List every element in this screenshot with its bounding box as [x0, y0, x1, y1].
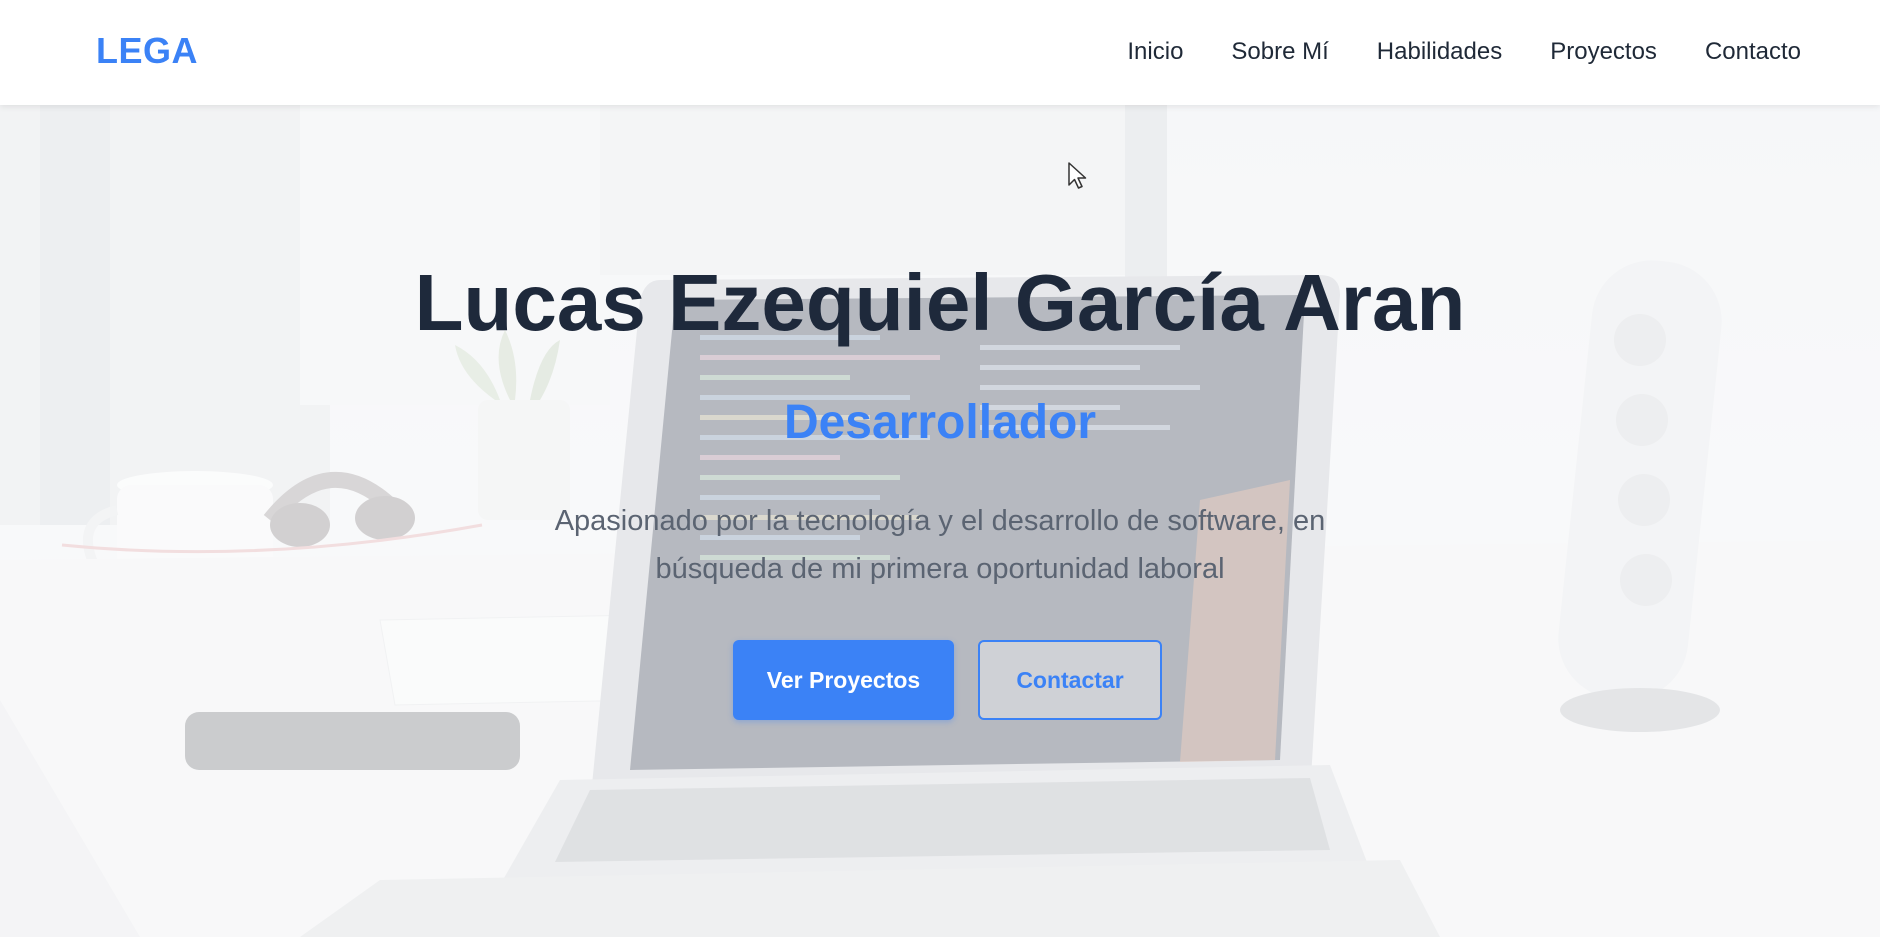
nav-link-proyectos[interactable]: Proyectos: [1550, 38, 1657, 66]
mouse-pointer-icon: [1068, 162, 1087, 189]
hero-tagline: Apasionado por la tecnología y el desarr…: [554, 505, 1326, 585]
nav-link-sobre-mi[interactable]: Sobre Mí: [1231, 38, 1328, 66]
nav-link-inicio[interactable]: Inicio: [1127, 38, 1183, 66]
navbar: LEGA Inicio Sobre Mí Habilidades Proyect…: [0, 0, 1880, 105]
hero-role: Desarrollador: [783, 396, 1097, 449]
logo[interactable]: LEGA: [96, 30, 198, 72]
contactar-button[interactable]: Contactar: [978, 640, 1162, 720]
hero-section: Lucas Ezequiel García Aran Desarrollador…: [0, 105, 1880, 937]
ver-proyectos-button[interactable]: Ver Proyectos: [733, 640, 954, 720]
hero-name: Lucas Ezequiel García Aran: [414, 258, 1466, 347]
nav-link-habilidades[interactable]: Habilidades: [1377, 38, 1502, 66]
nav-links: Inicio Sobre Mí Habilidades Proyectos Co…: [1127, 38, 1801, 66]
nav-link-contacto[interactable]: Contacto: [1705, 38, 1801, 66]
